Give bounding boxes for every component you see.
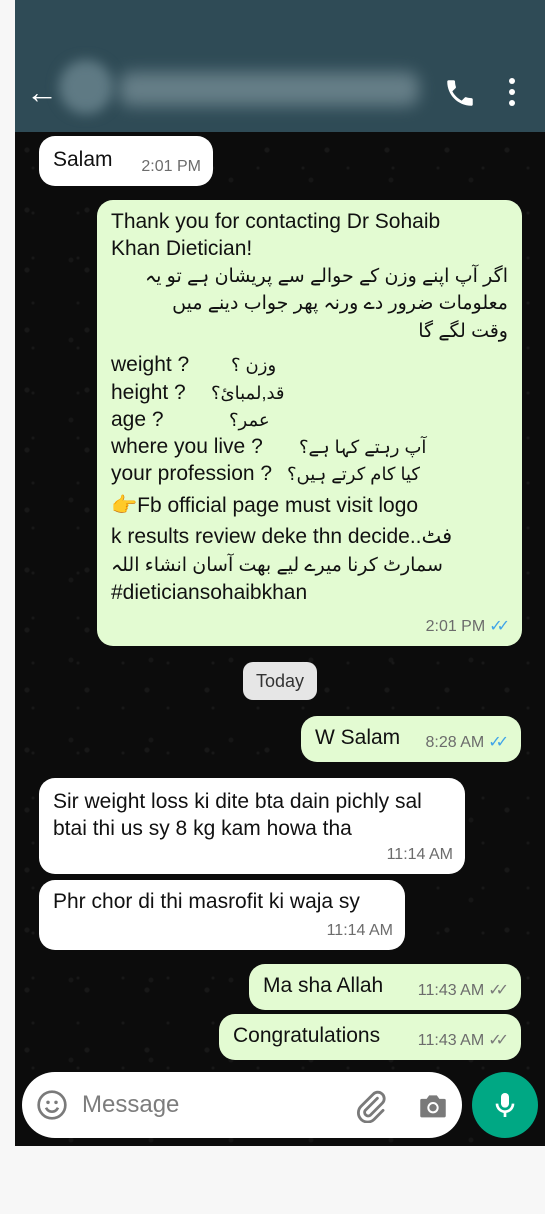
- arrow-left-icon[interactable]: ←: [25, 72, 59, 112]
- message-line: Khan Dietician!: [111, 237, 253, 261]
- message-meta: 8:28 AM ✓✓: [425, 733, 509, 754]
- contact-avatar[interactable]: [59, 60, 113, 114]
- more-vertical-icon[interactable]: [500, 72, 524, 112]
- message-meta: 2:01 PM: [141, 157, 201, 178]
- message-text: Ma sha Allah: [263, 974, 384, 997]
- message-incoming[interactable]: Sir weight loss ki dite bta dain pichly …: [39, 778, 465, 874]
- urdu-line: سمارٹ کرنا میرے لیے بھت آسان انشاء اللہ: [111, 555, 443, 577]
- message-text: Phr chor di thi masrofit ki waja sy: [53, 890, 360, 913]
- message-outgoing[interactable]: W Salam 8:28 AM ✓✓: [301, 716, 521, 762]
- date-divider: Today: [243, 662, 317, 700]
- message-outgoing[interactable]: Ma sha Allah 11:43 AM ✓✓: [249, 964, 521, 1010]
- message-text: Salam: [53, 148, 113, 171]
- urdu-line: اگر آپ اپنے وزن کے حوالے سے پریشان ہے تو…: [144, 265, 508, 287]
- message-text: Congratulations: [233, 1024, 381, 1047]
- question-en: age ?: [111, 407, 164, 431]
- question-en: height ?: [111, 380, 186, 404]
- delivered-ticks-icon: ✓✓: [488, 982, 509, 1000]
- message-line: k results review deke thn decide..فٹ: [111, 525, 453, 549]
- chat-header: ←: [15, 0, 545, 132]
- message-time: 8:28 AM: [425, 734, 485, 752]
- question-list: weight ? وزن ؟ height ? قد,لمبائ؟ age ? …: [111, 351, 508, 487]
- question-row: height ? قد,لمبائ؟: [111, 379, 508, 406]
- question-ur: قد,لمبائ؟: [211, 382, 285, 403]
- question-en: where you live ?: [111, 435, 263, 459]
- question-ur: وزن ؟: [231, 355, 277, 376]
- message-time: 11:14 AM: [386, 846, 453, 864]
- urdu-paragraph: اگر آپ اپنے وزن کے حوالے سے پریشان ہے تو…: [111, 263, 508, 346]
- question-ur: عمر؟: [229, 409, 270, 430]
- message-text: Sir weight loss ki dite bta dain pichly …: [53, 790, 422, 841]
- message-incoming[interactable]: Salam 2:01 PM: [39, 136, 213, 186]
- question-row: weight ? وزن ؟: [111, 351, 508, 378]
- mic-icon: [495, 1093, 515, 1117]
- message-input[interactable]: [82, 1086, 342, 1124]
- message-meta: 11:43 AM ✓✓: [418, 981, 509, 1002]
- phone-icon[interactable]: [443, 76, 477, 110]
- message-line: 👉Fb official page must visit logo: [111, 493, 419, 517]
- contact-name-blurred[interactable]: [119, 72, 419, 106]
- message-meta: 11:14 AM: [327, 921, 393, 942]
- read-ticks-icon: ✓✓: [488, 734, 509, 752]
- message-meta: 11:14 AM: [387, 845, 453, 866]
- message-time: 2:01 PM: [425, 618, 486, 636]
- message-composer: [22, 1072, 462, 1138]
- question-row: where you live ? آپ رہتے کہا ہے؟: [111, 433, 508, 460]
- mic-button[interactable]: [472, 1072, 538, 1138]
- message-text: W Salam: [315, 726, 401, 749]
- message-time: 2:01 PM: [141, 158, 201, 176]
- camera-icon[interactable]: [416, 1089, 450, 1123]
- urdu-line: معلومات ضرور دے ورنہ پھر جواب دینے میں: [172, 293, 508, 315]
- message-time: 11:43 AM: [417, 982, 485, 1000]
- message-outgoing[interactable]: Congratulations 11:43 AM ✓✓: [219, 1014, 521, 1060]
- question-row: your profession ? کیا کام کرتے ہیں؟: [111, 460, 508, 487]
- question-en: your profession ?: [111, 462, 273, 486]
- paperclip-icon[interactable]: [354, 1089, 388, 1123]
- delivered-ticks-icon: ✓✓: [488, 1032, 509, 1050]
- message-time: 11:14 AM: [326, 922, 393, 940]
- conversation-area: Salam 2:01 PM Thank you for contacting D…: [15, 132, 545, 1146]
- question-ur: آپ رہتے کہا ہے؟: [299, 437, 427, 458]
- message-incoming[interactable]: Phr chor di thi masrofit ki waja sy 11:1…: [39, 880, 405, 950]
- message-meta: 2:01 PM ✓✓: [426, 617, 510, 638]
- urdu-line: وقت لگے گا: [418, 320, 508, 342]
- phone-screen: ← Salam 2:01 PM Thank you for contacting…: [0, 0, 545, 1214]
- hashtag[interactable]: #dieticiansohaibkhan: [111, 579, 508, 606]
- message-line: Thank you for contacting Dr Sohaib: [111, 210, 441, 233]
- message-meta: 11:43 AM ✓✓: [418, 1031, 509, 1052]
- question-en: weight ?: [111, 353, 190, 377]
- message-outgoing[interactable]: Thank you for contacting Dr Sohaib Khan …: [97, 200, 522, 646]
- emoji-icon[interactable]: [36, 1089, 68, 1121]
- read-ticks-icon: ✓✓: [489, 618, 510, 636]
- message-time: 11:43 AM: [417, 1032, 485, 1050]
- question-row: age ? عمر؟: [111, 406, 508, 433]
- question-ur: کیا کام کرتے ہیں؟: [287, 464, 420, 485]
